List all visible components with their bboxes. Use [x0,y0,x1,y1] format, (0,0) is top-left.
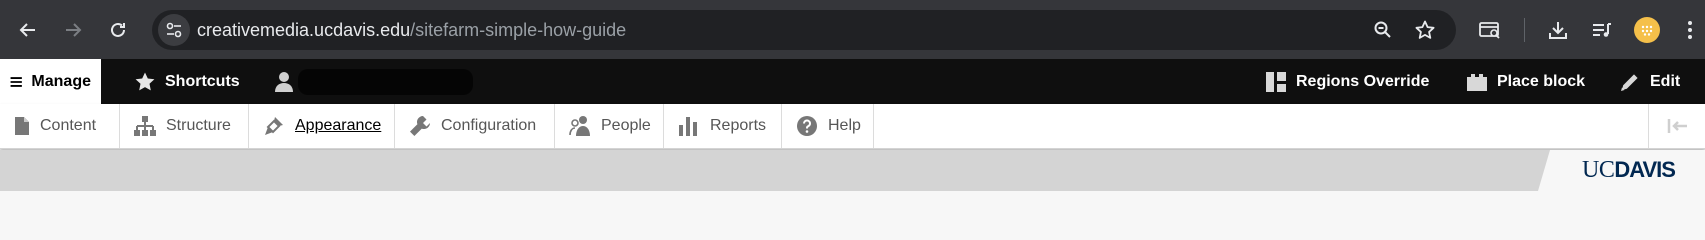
paintbrush-icon [265,117,283,135]
place-block-label: Place block [1497,72,1586,90]
layout-icon [1266,71,1286,92]
tab-configuration[interactable]: Configuration [395,104,555,148]
pencil-icon [1621,73,1638,91]
shortcuts-button[interactable]: Shortcuts [134,59,240,104]
toolbar-divider [1524,18,1525,42]
tab-reports[interactable]: Reports [664,104,782,148]
tab-label: Structure [166,117,231,134]
menu-icon [10,76,22,87]
address-bar[interactable]: creativemedia.ucdavis.edu/sitefarm-simpl… [152,10,1456,50]
bar-chart-icon [679,117,697,136]
tab-help[interactable]: Help [782,104,874,148]
avatar[interactable] [1634,17,1660,43]
tab-label: Content [40,117,97,134]
edit-label: Edit [1650,72,1681,90]
forward-icon[interactable] [57,14,89,46]
tab-label: Appearance [295,117,382,134]
wrench-icon [410,115,431,136]
shortcuts-label: Shortcuts [165,72,240,90]
tab-label: Reports [710,117,767,134]
site-header: UCDAVIS [0,150,1705,191]
back-icon[interactable] [12,14,44,46]
file-icon [15,117,29,135]
star-icon[interactable] [1412,17,1438,43]
place-block-button[interactable]: Place block [1466,59,1585,104]
tab-label: People [601,117,651,134]
download-icon[interactable] [1542,14,1574,46]
sitemap-icon [134,116,156,136]
logo-davis: DAVIS [1614,157,1676,182]
collapse-tray-button[interactable] [1648,104,1705,148]
tab-search-icon[interactable] [1474,14,1506,46]
url-host: creativemedia.ucdavis.edu [197,20,411,40]
tab-appearance[interactable]: Appearance [249,104,395,148]
reload-icon[interactable] [102,14,134,46]
redacted-username [298,69,473,95]
tab-content[interactable]: Content [0,104,120,148]
manage-button[interactable]: Manage [0,59,101,104]
tab-people[interactable]: People [555,104,664,148]
edit-button[interactable]: Edit [1619,59,1680,104]
admin-tray: Content Structure Appearance Configurati… [0,104,1705,149]
star-icon [135,72,155,90]
reading-list-icon[interactable] [1586,14,1618,46]
block-icon [1467,73,1487,91]
admin-toolbar: Manage Shortcuts Regions Override Place … [0,59,1705,104]
site-info-icon[interactable] [158,14,190,46]
collapse-icon [1667,119,1687,133]
tab-label: Configuration [441,117,537,134]
manage-label: Manage [31,72,91,90]
tab-structure[interactable]: Structure [120,104,249,148]
help-icon [797,116,817,136]
browser-toolbar: creativemedia.ucdavis.edu/sitefarm-simpl… [0,0,1705,59]
url-text[interactable]: creativemedia.ucdavis.edu/sitefarm-simpl… [197,20,626,40]
tab-label: Help [828,117,861,134]
regions-override-label: Regions Override [1296,72,1430,90]
zoom-icon[interactable] [1370,17,1396,43]
page-content [0,191,1705,232]
regions-override-button[interactable]: Regions Override [1265,59,1429,104]
user-icon [275,71,293,92]
ucdavis-logo[interactable]: UCDAVIS [1582,157,1676,183]
more-icon[interactable] [1674,14,1705,46]
logo-uc: UC [1582,157,1615,183]
url-path: /sitefarm-simple-how-guide [410,20,627,40]
people-icon [569,116,590,136]
